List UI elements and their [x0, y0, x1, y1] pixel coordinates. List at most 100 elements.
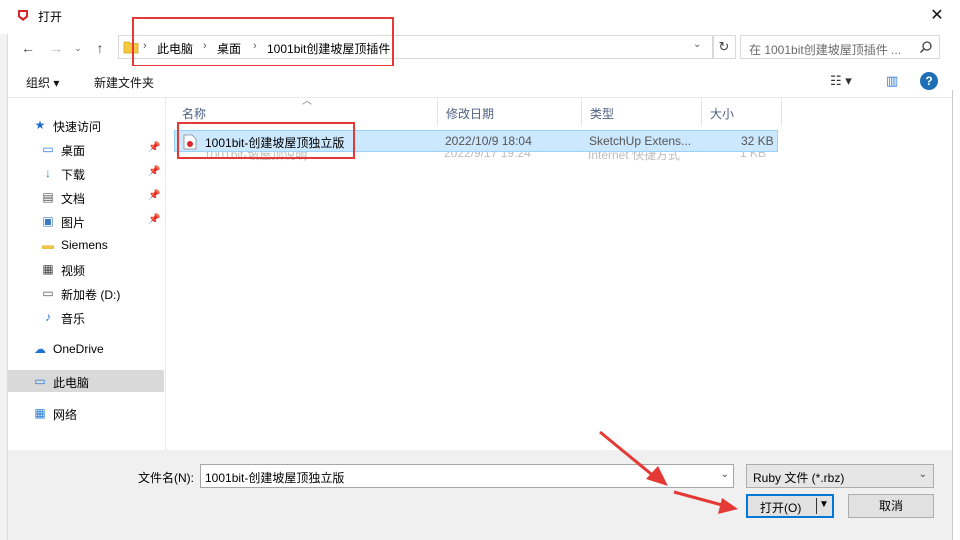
close-icon[interactable]: ✕: [918, 2, 956, 30]
sidebar-item-this-pc[interactable]: ▭ 此电脑: [8, 370, 164, 392]
download-icon: ↓: [45, 166, 51, 180]
sidebar-item-label: 音乐: [61, 312, 86, 326]
cloud-icon: ☁: [34, 342, 46, 356]
filename-value: 1001bit-创建坡屋顶独立版: [205, 471, 345, 485]
picture-icon: ▣: [42, 214, 54, 228]
forward-arrow-icon[interactable]: →: [46, 38, 66, 58]
column-header-type[interactable]: 类型: [582, 98, 702, 126]
desktop-icon: ▭: [42, 142, 54, 156]
sidebar-item-quick-access[interactable]: ★ 快速访问: [8, 114, 164, 136]
sidebar-item-label: Siemens: [61, 238, 108, 252]
organize-menu[interactable]: 组织 ▾: [26, 74, 59, 91]
drive-icon: ▭: [42, 286, 54, 300]
address-bar[interactable]: › 此电脑 › 桌面 › 1001bit创建坡屋顶插件 ⌄: [118, 35, 714, 59]
sidebar-item-label: 新加卷 (D:): [61, 288, 121, 302]
network-icon: ▦: [34, 406, 46, 420]
pin-icon[interactable]: 📌: [148, 214, 160, 225]
help-icon[interactable]: ?: [920, 72, 938, 90]
file-name: 1001bit-坡屋顶说明: [204, 152, 308, 162]
column-label: 类型: [590, 107, 615, 121]
breadcrumb-current-folder[interactable]: 1001bit创建坡屋顶插件: [267, 40, 390, 57]
file-type: Internet 快捷方式: [588, 152, 681, 162]
column-header-modified[interactable]: 修改日期: [438, 98, 582, 126]
sidebar-item-label: OneDrive: [53, 342, 104, 356]
window-title: 打开: [38, 10, 63, 24]
breadcrumb-separator: ›: [203, 40, 207, 52]
sidebar-item-videos[interactable]: ▦ 视频: [8, 258, 164, 280]
column-label: 大小: [710, 107, 735, 121]
title-bar: 打开 ✕: [0, 0, 960, 32]
folder-icon: ▬: [42, 238, 54, 252]
computer-icon: ▭: [34, 374, 46, 388]
file-row[interactable]: 1001bit-创建坡屋顶独立版 2022/10/9 18:04 SketchU…: [174, 130, 778, 152]
new-folder-button[interactable]: 新建文件夹: [94, 74, 154, 91]
refresh-icon[interactable]: ↻: [712, 35, 736, 59]
sidebar-item-pictures[interactable]: ▣ 图片 📌: [8, 210, 164, 232]
search-placeholder: 在 1001bit创建坡屋顶插件 ...: [749, 43, 902, 57]
file-modified: 2022/10/9 18:04: [445, 134, 532, 148]
chevron-down-icon[interactable]: ⌄: [919, 469, 927, 480]
split-divider: [816, 498, 817, 514]
sidebar-item-music[interactable]: ♪ 音乐: [8, 306, 164, 328]
address-dropdown-icon[interactable]: ⌄: [693, 39, 701, 50]
sidebar-item-label: 图片: [61, 216, 86, 230]
video-icon: ▦: [42, 262, 54, 276]
file-row[interactable]: 1001bit-坡屋顶说明 2022/9/17 19:24 Internet 快…: [174, 152, 778, 162]
search-input[interactable]: 在 1001bit创建坡屋顶插件 ...: [740, 35, 940, 59]
pin-icon[interactable]: 📌: [148, 190, 160, 201]
file-type-filter-select[interactable]: Ruby 文件 (*.rbz) ⌄: [746, 464, 934, 488]
sidebar-item-network[interactable]: ▦ 网络: [8, 402, 164, 424]
sidebar-item-siemens[interactable]: ▬ Siemens: [8, 234, 164, 256]
recent-locations-chevron-icon[interactable]: ⌄: [68, 38, 88, 58]
file-modified: 2022/9/17 19:24: [444, 152, 531, 160]
document-icon: ▤: [42, 190, 54, 204]
file-type-filter-value: Ruby 文件 (*.rbz): [753, 471, 845, 485]
open-options-dropdown-icon[interactable]: ▼: [819, 499, 829, 510]
sidebar-item-documents[interactable]: ▤ 文档 📌: [8, 186, 164, 208]
filename-field[interactable]: 1001bit-创建坡屋顶独立版 ⌄: [200, 464, 734, 488]
sidebar-item-label: 下载: [61, 168, 86, 182]
music-icon: ♪: [45, 310, 51, 324]
command-toolbar: 组织 ▾ 新建文件夹 ☷ ▾ ▥ ?: [8, 66, 952, 98]
file-list: ︿ 名称 修改日期 类型 大小 1001bit-创建坡屋顶独立版 2022/10…: [166, 96, 952, 450]
file-size: 1 KB: [740, 152, 767, 160]
pin-icon[interactable]: 📌: [148, 166, 160, 177]
background-window-left: [0, 34, 8, 540]
breadcrumb-desktop[interactable]: 桌面: [217, 40, 241, 57]
breadcrumb-this-pc[interactable]: 此电脑: [157, 40, 193, 57]
rbz-file-icon: [183, 134, 197, 150]
dialog-footer: 文件名(N): 1001bit-创建坡屋顶独立版 ⌄ Ruby 文件 (*.rb…: [8, 450, 952, 540]
sidebar-item-onedrive[interactable]: ☁ OneDrive: [8, 338, 164, 360]
sidebar-item-label: 网络: [53, 408, 78, 422]
pin-icon[interactable]: 📌: [148, 142, 160, 153]
sidebar-item-desktop[interactable]: ▭ 桌面 📌: [8, 138, 164, 160]
open-button[interactable]: 打开(O) ▼: [746, 494, 834, 518]
search-icon: [919, 41, 932, 54]
star-icon: ★: [34, 118, 46, 132]
up-arrow-icon[interactable]: ↑: [90, 38, 110, 58]
breadcrumb-separator: ›: [143, 40, 147, 52]
sidebar-item-label: 视频: [61, 264, 86, 278]
sidebar-item-downloads[interactable]: ↓ 下载 📌: [8, 162, 164, 184]
sidebar-item-label: 此电脑: [53, 376, 90, 390]
sketchup-app-icon: [18, 10, 28, 21]
cancel-button[interactable]: 取消: [848, 494, 934, 518]
back-arrow-icon[interactable]: ←: [18, 38, 38, 58]
navigation-bar: ← → ⌄ ↑ › 此电脑 › 桌面 › 1001bit创建坡屋顶插件 ⌄ ↻ …: [8, 32, 952, 64]
view-options-icon[interactable]: ☷ ▾: [830, 73, 852, 89]
column-label: 名称: [182, 107, 207, 121]
breadcrumb-separator: ›: [253, 40, 257, 52]
folder-icon: [123, 41, 139, 54]
column-header-name[interactable]: 名称: [174, 98, 438, 126]
open-button-label: 打开(O): [760, 501, 802, 515]
filename-label: 文件名(N):: [138, 471, 194, 485]
preview-pane-icon[interactable]: ▥: [886, 73, 898, 89]
sidebar-item-label: 文档: [61, 192, 86, 206]
file-type: SketchUp Extens...: [589, 134, 692, 148]
chevron-down-icon[interactable]: ⌄: [721, 469, 729, 480]
sidebar-item-drive-d[interactable]: ▭ 新加卷 (D:): [8, 282, 164, 304]
column-header-size[interactable]: 大小: [702, 98, 782, 126]
file-size: 32 KB: [741, 134, 774, 148]
file-name: 1001bit-创建坡屋顶独立版: [205, 136, 345, 150]
sidebar-item-label: 快速访问: [53, 120, 102, 134]
